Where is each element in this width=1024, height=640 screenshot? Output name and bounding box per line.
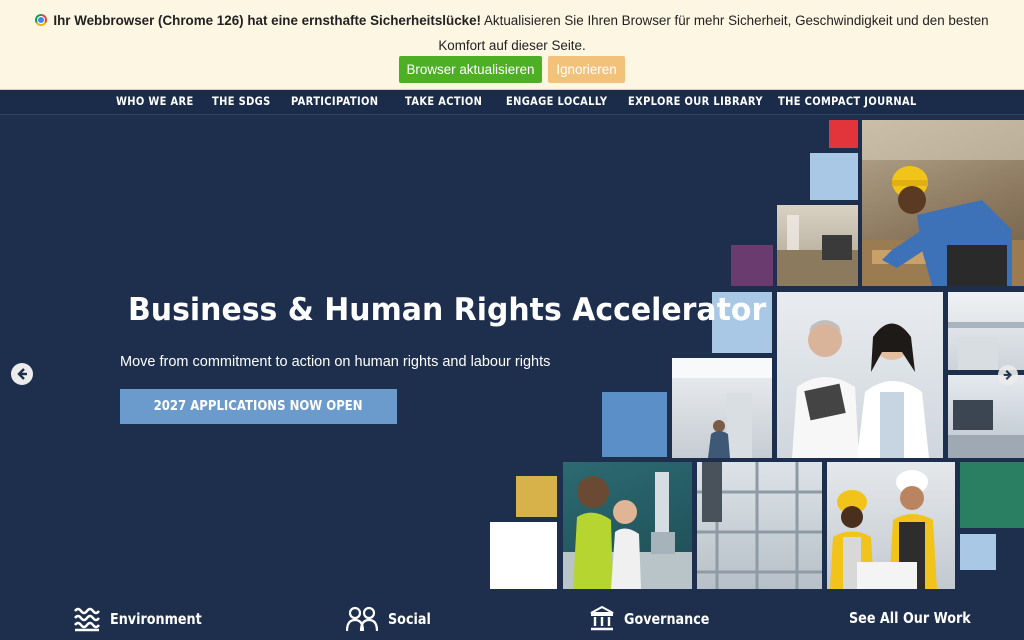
arrow-left-icon (17, 368, 27, 380)
nav-item-the-sdgs[interactable]: THE SDGS (212, 94, 271, 108)
tile-lightblue-3 (960, 534, 996, 570)
category-governance[interactable]: Governance (590, 606, 725, 632)
tile-lightblue (810, 153, 858, 200)
photo-lab (563, 462, 692, 589)
banner-bold-text: Ihr Webbrowser (Chrome 126) hat eine ern… (53, 13, 481, 28)
category-environment[interactable]: Environment (74, 606, 218, 632)
hero-title: Business & Human Rights Accelerator (128, 292, 767, 328)
category-governance-label: Governance (624, 610, 710, 628)
tile-purple (731, 245, 773, 286)
waves-icon (74, 607, 100, 632)
hero-subtitle: Move from commitment to action on human … (120, 354, 551, 370)
tile-white (490, 522, 557, 589)
photo-office (948, 292, 1024, 370)
nav-item-participation[interactable]: PARTICIPATION (291, 94, 378, 108)
photo-office-2 (948, 375, 1024, 458)
banner-text: Aktualisieren Sie Ihren Browser für mehr… (438, 13, 989, 53)
nav-item-explore-our-library[interactable]: EXPLORE OUR LIBRARY (628, 94, 763, 108)
nav-item-engage-locally[interactable]: ENGAGE LOCALLY (506, 94, 607, 108)
cta-label: 2027 APPLICATIONS NOW OPEN (154, 399, 363, 414)
people-icon (346, 606, 378, 632)
ignore-button[interactable]: Ignorieren (548, 56, 625, 83)
chrome-icon (35, 14, 48, 26)
photo-construction-worker (862, 120, 1024, 286)
photo-doctors (777, 292, 943, 458)
update-browser-button[interactable]: Browser aktualisieren (399, 56, 542, 83)
see-all-our-work-link[interactable]: See All Our Work (849, 609, 971, 627)
photo-engineers (827, 462, 955, 589)
browser-update-banner: Ihr Webbrowser (Chrome 126) hat eine ern… (0, 0, 1024, 90)
photo-workshop (777, 205, 858, 286)
applications-open-button[interactable]: 2027 APPLICATIONS NOW OPEN (120, 389, 397, 424)
nav-item-who-we-are[interactable]: WHO WE ARE (116, 94, 194, 108)
arrow-right-icon (1003, 369, 1013, 381)
nav-item-the-compact-journal[interactable]: THE COMPACT JOURNAL (778, 94, 917, 108)
tile-green (960, 462, 1024, 528)
category-environment-label: Environment (110, 610, 202, 628)
carousel-prev-button[interactable] (11, 363, 33, 385)
tile-blue (602, 392, 667, 457)
nav-item-take-action[interactable]: TAKE ACTION (405, 94, 482, 108)
category-social-label: Social (388, 610, 431, 628)
category-social[interactable]: Social (346, 606, 438, 632)
photo-hospital-hallway (672, 358, 772, 458)
tile-red (829, 120, 858, 148)
main-nav: WHO WE ARE THE SDGS PARTICIPATION TAKE A… (0, 90, 1024, 115)
photo-scaffolding (697, 462, 822, 589)
carousel-next-button[interactable] (998, 365, 1018, 385)
tile-gold (516, 476, 557, 517)
banner-message: Ihr Webbrowser (Chrome 126) hat eine ern… (12, 8, 1012, 58)
institution-icon (590, 606, 614, 631)
